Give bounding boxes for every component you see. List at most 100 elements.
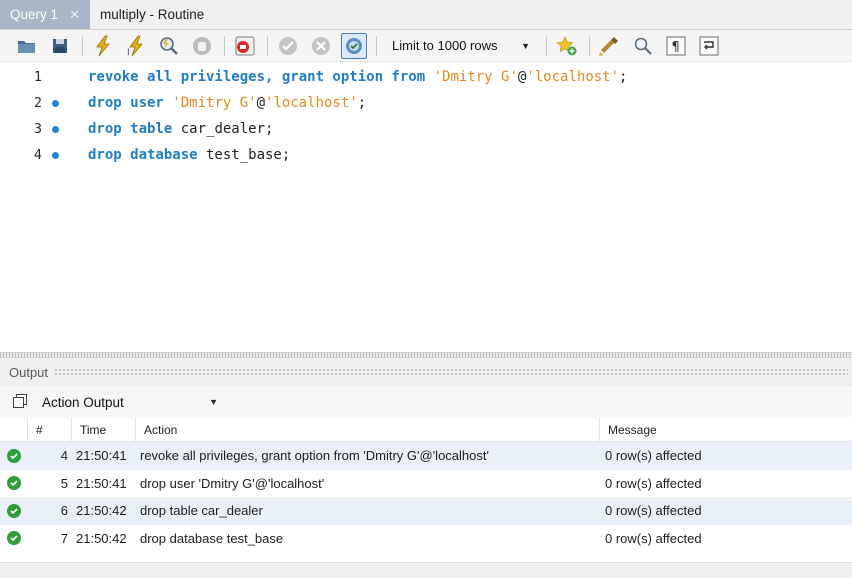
action-output-grid: # Time Action Message 4 21:50:41 revoke … xyxy=(0,418,852,552)
statement-marker-icon xyxy=(52,125,59,133)
copy-icon[interactable] xyxy=(12,393,28,412)
column-action[interactable]: Action xyxy=(136,418,600,441)
svg-text:¶: ¶ xyxy=(672,40,680,55)
save-icon[interactable] xyxy=(47,33,73,59)
line-number: 4 xyxy=(33,147,42,163)
autocommit-icon[interactable] xyxy=(341,32,367,59)
stop-icon[interactable] xyxy=(189,33,215,59)
toolbar-separator xyxy=(224,35,225,56)
row-number: 4 xyxy=(60,448,68,464)
sql-keyword: drop user xyxy=(88,95,164,111)
editor-line: 1 revoke all privileges, grant option fr… xyxy=(0,64,852,90)
column-status[interactable] xyxy=(0,418,28,441)
tab-bar: Query 1 ✕ multiply - Routine xyxy=(0,0,852,30)
tab-label: Query 1 xyxy=(10,7,59,22)
sql-text: ; xyxy=(357,95,367,111)
add-snippet-icon[interactable] xyxy=(554,33,580,59)
toolbar-separator xyxy=(267,35,268,56)
output-type-value: Action Output xyxy=(42,394,124,410)
column-message[interactable]: Message xyxy=(600,418,852,441)
success-check-icon xyxy=(7,476,21,491)
sql-string: 'Dmitry G' xyxy=(433,69,518,85)
row-message: 0 row(s) affected xyxy=(605,530,702,546)
table-row[interactable]: 6 21:50:42 drop table car_dealer 0 row(s… xyxy=(0,497,852,525)
row-time: 21:50:42 xyxy=(76,503,127,519)
success-check-icon xyxy=(7,503,21,518)
svg-text:I: I xyxy=(127,48,130,57)
column-time[interactable]: Time xyxy=(72,418,136,441)
execute-icon[interactable] xyxy=(90,33,116,59)
tab-label: multiply - Routine xyxy=(100,7,205,22)
code-line: drop user 'Dmitry G'@'localhost'; xyxy=(88,95,366,111)
limit-rows-select[interactable]: Limit to 1000 rows ▼ xyxy=(384,34,536,58)
column-number[interactable]: # xyxy=(28,418,72,441)
row-message: 0 row(s) affected xyxy=(605,503,702,519)
table-row[interactable]: 7 21:50:42 drop database test_base 0 row… xyxy=(0,525,852,553)
commit-icon[interactable] xyxy=(275,33,301,59)
sql-text: car_dealer; xyxy=(172,121,274,137)
limit-rows-value: Limit to 1000 rows xyxy=(392,38,498,53)
line-number: 3 xyxy=(33,121,42,137)
output-type-select[interactable]: Action Output ▼ xyxy=(40,391,224,413)
sql-text: test_base; xyxy=(197,147,291,163)
success-check-icon xyxy=(7,448,21,463)
output-title: Output xyxy=(9,364,49,380)
folder-open-icon[interactable] xyxy=(14,33,40,59)
tab-multiply-routine[interactable]: multiply - Routine xyxy=(90,0,214,29)
table-row[interactable]: 5 21:50:41 drop user 'Dmitry G'@'localho… xyxy=(0,470,852,498)
statement-marker-icon xyxy=(52,99,59,107)
drag-grip[interactable] xyxy=(54,368,848,376)
toolbar-separator xyxy=(589,35,590,56)
row-message: 0 row(s) affected xyxy=(605,475,702,491)
explain-icon[interactable] xyxy=(156,33,182,59)
sql-text: @ xyxy=(256,95,266,111)
line-number: 1 xyxy=(33,69,42,85)
sql-keyword: drop database xyxy=(88,147,198,163)
sql-editor[interactable]: 1 revoke all privileges, grant option fr… xyxy=(0,62,852,352)
row-number: 7 xyxy=(60,530,68,546)
close-icon[interactable]: ✕ xyxy=(69,7,80,23)
tab-query-1[interactable]: Query 1 ✕ xyxy=(0,0,90,29)
code-line: drop database test_base; xyxy=(88,147,290,163)
sql-editor-toolbar: I Limit to 1000 rows ▼ ¶ xyxy=(0,30,852,62)
line-number: 2 xyxy=(33,95,42,111)
code-line: drop table car_dealer; xyxy=(88,121,273,137)
status-strip xyxy=(0,562,852,578)
code-line: revoke all privileges, grant option from… xyxy=(88,69,627,85)
row-action: revoke all privileges, grant option from… xyxy=(140,448,489,464)
chevron-down-icon: ▼ xyxy=(521,40,530,51)
find-icon[interactable] xyxy=(630,33,656,59)
invisible-chars-icon[interactable]: ¶ xyxy=(663,33,689,59)
toggle-error-stop-icon[interactable] xyxy=(232,33,258,59)
row-action: drop table car_dealer xyxy=(140,503,263,519)
sql-string: 'localhost' xyxy=(526,69,620,85)
row-number: 5 xyxy=(60,475,68,491)
wrap-lines-icon[interactable] xyxy=(696,33,722,59)
row-time: 21:50:41 xyxy=(76,448,127,464)
toolbar-separator xyxy=(376,35,377,56)
toolbar-separator xyxy=(546,35,547,56)
output-controls: Action Output ▼ xyxy=(0,386,852,418)
statement-marker-icon xyxy=(52,151,59,159)
execute-current-icon[interactable]: I xyxy=(123,33,149,59)
table-row[interactable]: 4 21:50:41 revoke all privileges, grant … xyxy=(0,442,852,470)
row-action: drop database test_base xyxy=(140,530,284,546)
success-check-icon xyxy=(7,531,21,546)
chevron-down-icon: ▼ xyxy=(209,397,218,407)
row-time: 21:50:41 xyxy=(76,475,127,491)
editor-line: 2 drop user 'Dmitry G'@'localhost'; xyxy=(0,90,852,116)
sql-string: 'Dmitry G' xyxy=(172,95,257,111)
sql-keyword: drop table xyxy=(88,121,173,137)
rollback-icon[interactable] xyxy=(308,33,334,59)
editor-line: 3 drop table car_dealer; xyxy=(0,116,852,142)
row-number: 6 xyxy=(60,503,68,519)
sql-keyword: revoke all privileges, grant option from xyxy=(88,69,426,85)
beautify-icon[interactable] xyxy=(597,33,623,59)
toolbar-separator xyxy=(82,35,83,56)
grid-header: # Time Action Message xyxy=(0,418,852,442)
row-action: drop user 'Dmitry G'@'localhost' xyxy=(140,475,325,491)
sql-text: ; xyxy=(619,69,628,85)
row-message: 0 row(s) affected xyxy=(605,448,702,464)
sql-string: 'localhost' xyxy=(265,95,358,111)
